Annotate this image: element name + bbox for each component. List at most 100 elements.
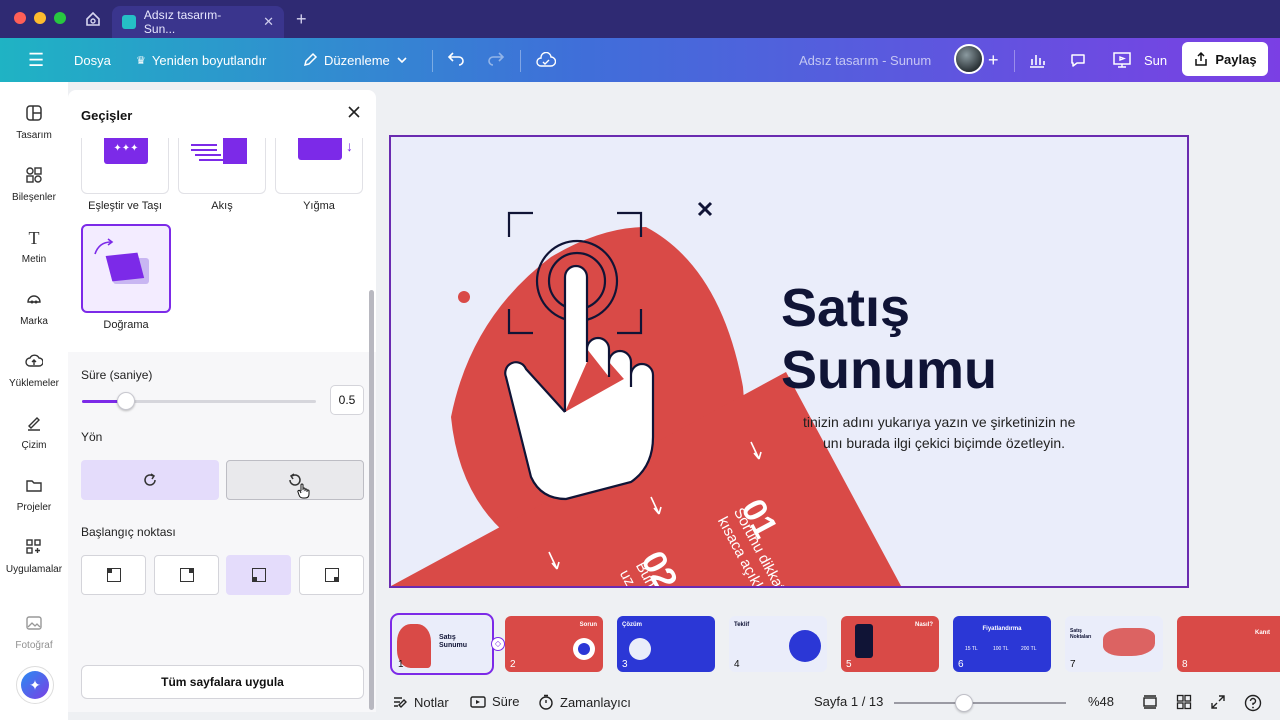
edit-mode-label: Düzenleme [324, 52, 390, 68]
page-thumbnail-8[interactable]: Kanıt 8 [1177, 616, 1280, 672]
tab-title: Adsız tasarım- Sun... [143, 8, 222, 36]
redo-button[interactable] [487, 38, 505, 82]
sidebar-item-draw[interactable]: Çizim [0, 414, 68, 451]
duration-label: Süre [492, 694, 520, 709]
zoom-slider-handle[interactable] [955, 694, 973, 712]
chevron-down-icon [397, 57, 407, 64]
thumb-art [629, 638, 651, 660]
window-maximize-button[interactable] [54, 12, 66, 24]
fullscreen-button[interactable] [1210, 694, 1226, 710]
photo-icon [0, 614, 68, 634]
page-indicator[interactable]: Sayfa 1 / 13 [814, 694, 883, 709]
thumb-price: 15 TL [965, 646, 978, 652]
zoom-level[interactable]: %48 [1088, 694, 1114, 709]
user-avatar[interactable] [954, 44, 984, 74]
slide-body-line1[interactable]: tinizin adını yukarıya yazın ve şirketin… [803, 414, 1075, 430]
share-button[interactable]: Paylaş [1182, 42, 1268, 76]
start-point-bottom-right[interactable] [299, 555, 364, 595]
timer-button[interactable]: Zamanlayıcı [538, 694, 631, 710]
page-thumbnail-6[interactable]: Fiyatlandırma 15 TL 100 TL 200 TL 6 [953, 616, 1051, 672]
transition-preview: ✦✦✦ [104, 138, 148, 164]
page-thumbnail-3[interactable]: Çözüm 3 [617, 616, 715, 672]
panel-scrollbar[interactable] [369, 290, 374, 710]
transition-preview [191, 144, 217, 146]
slide-canvas[interactable]: Satış Sunumu tinizin adını yukarıya yazı… [389, 135, 1189, 588]
timer-label: Zamanlayıcı [560, 694, 631, 710]
magic-assistant-button[interactable]: ✦ [16, 666, 54, 704]
home-icon[interactable] [84, 10, 102, 33]
duration-button[interactable]: Süre [470, 694, 519, 709]
page-view-button[interactable] [1142, 694, 1158, 710]
canva-favicon-icon [122, 15, 136, 29]
slide-title-line1[interactable]: Satış [781, 279, 910, 337]
present-button[interactable]: Sun [1112, 38, 1167, 82]
apply-all-pages-button[interactable]: Tüm sayfalara uygula [81, 665, 364, 699]
page-number: 2 [510, 659, 516, 670]
tab-close-icon[interactable]: ✕ [263, 14, 274, 30]
slide-title-line2[interactable]: Sunumu [781, 341, 997, 399]
transition-stack[interactable]: ↓ [275, 138, 363, 194]
browser-tab[interactable]: Adsız tasarım- Sun... ✕ [112, 6, 284, 38]
insights-button[interactable] [1029, 38, 1047, 82]
transition-chop-selected[interactable] [81, 224, 171, 313]
direction-clockwise-button[interactable] [81, 460, 219, 500]
transition-match-move[interactable]: ✦✦✦ [81, 138, 169, 194]
comments-button[interactable] [1069, 38, 1087, 82]
transition-marker-icon[interactable]: ◇ [491, 637, 505, 651]
page-number: 7 [1070, 659, 1076, 670]
new-tab-icon[interactable]: + [296, 9, 307, 30]
cloud-check-icon [536, 52, 556, 67]
comment-icon [1071, 54, 1085, 67]
sidebar-item-projects[interactable]: Projeler [0, 476, 68, 513]
present-label: Sun [1144, 52, 1168, 68]
add-collaborator-button[interactable]: + [988, 38, 999, 82]
sidebar-item-text[interactable]: T Metin [0, 228, 68, 265]
pages-view-icon [1143, 695, 1157, 709]
start-point-bottom-left[interactable] [226, 555, 291, 595]
sidebar-item-design[interactable]: Tasarım [0, 104, 68, 141]
sidebar-item-elements[interactable]: Bileşenler [0, 166, 68, 203]
left-sidebar: Tasarım Bileşenler T Metin Marka Yükleme… [0, 82, 68, 720]
sidebar-item-brand[interactable]: Marka [0, 290, 68, 327]
grid-view-button[interactable] [1176, 694, 1192, 710]
duration-slider-handle[interactable] [117, 392, 135, 410]
notes-icon [394, 697, 407, 708]
close-panel-icon[interactable] [346, 104, 362, 125]
zoom-slider-track[interactable] [894, 702, 1066, 704]
edit-mode-dropdown[interactable]: Düzenleme [302, 38, 408, 82]
transition-flow[interactable] [178, 138, 266, 194]
page-thumbnail-2[interactable]: Sorun 2 [505, 616, 603, 672]
slide-body-line2[interactable]: unı burada ilgi çekici biçimde özetleyin… [823, 435, 1065, 451]
file-menu-button[interactable]: Dosya [74, 38, 111, 82]
page-thumbnail-1[interactable]: Satış Sunumu 1 [390, 613, 494, 675]
sidebar-item-apps[interactable]: Uygulamalar [0, 538, 68, 575]
duration-input[interactable]: 0.5 [330, 385, 364, 415]
undo-button[interactable] [447, 38, 465, 82]
sidebar-item-label: Uygulamalar [5, 564, 63, 575]
arrow-down-icon: ↓ [346, 138, 353, 154]
transition-label: Yığma [303, 200, 335, 212]
window-minimize-button[interactable] [34, 12, 46, 24]
notes-button[interactable]: Notlar [392, 694, 449, 710]
toolbar-divider [432, 50, 433, 72]
sidebar-item-uploads[interactable]: Yüklemeler [0, 352, 68, 389]
document-title[interactable]: Adsız tasarım - Sunum [799, 38, 931, 82]
thumb-art [855, 624, 873, 658]
start-point-label: Başlangıç noktası [81, 525, 176, 539]
page-thumbnail-5[interactable]: Nasıl? 5 [841, 616, 939, 672]
page-thumbnail-4[interactable]: Teklif 4 [729, 616, 827, 672]
start-point-top-right[interactable] [154, 555, 219, 595]
resize-button[interactable]: ♛ Yeniden boyutlandır [136, 38, 266, 82]
direction-counterclockwise-button[interactable] [226, 460, 364, 500]
sidebar-item-photos[interactable]: Fotoğraf [0, 614, 68, 651]
page-thumbnail-7[interactable]: Satış Noktaları 7 [1065, 616, 1163, 672]
help-button[interactable] [1244, 694, 1262, 712]
start-point-top-left[interactable] [81, 555, 146, 595]
text-icon: T [28, 228, 40, 248]
present-screen-icon [1113, 52, 1131, 68]
cloud-save-button[interactable] [536, 38, 556, 82]
window-close-button[interactable] [14, 12, 26, 24]
bottom-bar: Notlar Süre Zamanlayıcı Sayfa 1 / 13 %48 [380, 688, 1280, 720]
menu-icon[interactable]: ☰ [28, 38, 44, 82]
upload-icon [0, 352, 68, 372]
